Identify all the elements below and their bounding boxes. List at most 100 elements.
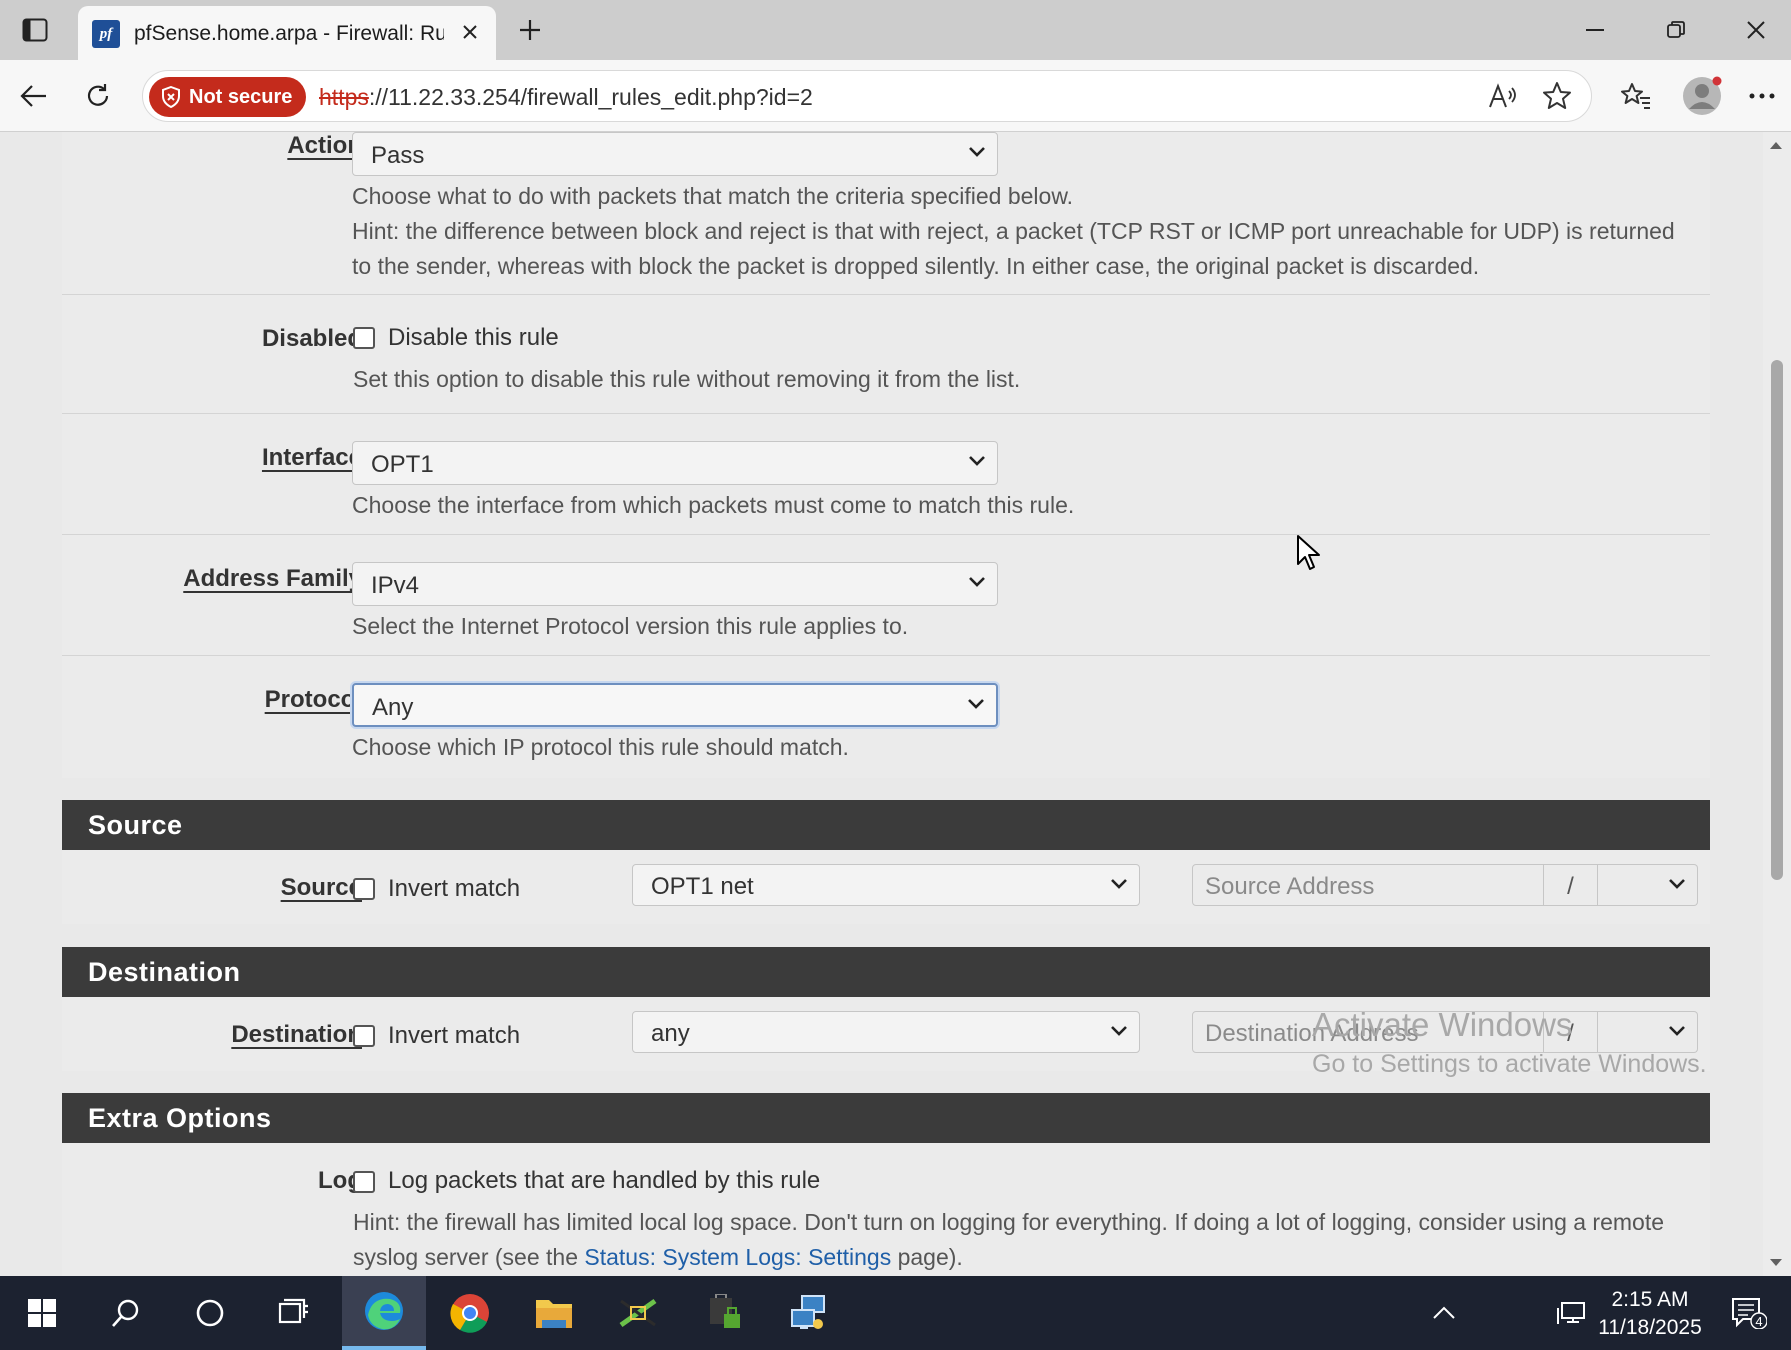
file-explorer-icon[interactable] [512, 1276, 596, 1350]
scroll-down-arrow-icon[interactable] [1769, 1258, 1783, 1268]
taskbar-clock[interactable]: 2:15 AM 11/18/2025 [1590, 1286, 1710, 1342]
chevron-down-icon [968, 699, 984, 709]
destination-invert-label[interactable]: Invert match [388, 1022, 520, 1050]
shield-warning-icon [162, 86, 180, 108]
system-logs-settings-link[interactable]: Status: System Logs: Settings [584, 1244, 891, 1270]
tab-title: pfSense.home.arpa - Firewall: Rules: Edi… [134, 22, 444, 45]
chevron-down-icon [969, 147, 985, 157]
watermark-subtitle: Go to Settings to activate Windows. [1312, 1050, 1707, 1078]
page-scrollbar[interactable] [1763, 132, 1791, 1276]
interface-help: Choose the interface from which packets … [352, 492, 1075, 518]
log-checkbox[interactable] [353, 1171, 375, 1193]
page-viewport: Action Pass Choose what to do with packe… [0, 132, 1791, 1276]
address-family-select[interactable]: IPv4 [352, 562, 998, 606]
source-section-header: Source [62, 800, 1710, 850]
disable-rule-checkbox-label[interactable]: Disable this rule [388, 324, 559, 352]
task-view-icon[interactable] [252, 1276, 336, 1350]
watermark-title: Activate Windows [1312, 1006, 1573, 1043]
source-type-value: OPT1 net [651, 873, 754, 900]
address-family-label[interactable]: Address Family [183, 565, 362, 593]
destination-section-header: Destination [62, 947, 1710, 997]
browser-tab[interactable]: pf pfSense.home.arpa - Firewall: Rules: … [78, 6, 496, 60]
log-checkbox-label[interactable]: Log packets that are handled by this rul… [388, 1167, 820, 1195]
interface-row: Interface OPT1 Choose the interface from… [62, 414, 1710, 535]
chevron-down-icon [1111, 1026, 1127, 1036]
source-mask-select[interactable] [1598, 864, 1698, 906]
protocol-select-value: Any [372, 694, 414, 721]
chevron-down-icon [969, 577, 985, 587]
disabled-label: Disabled [261, 325, 362, 352]
browser-toolbar: Not secure https://11.22.33.254/firewall… [0, 60, 1791, 132]
profile-avatar-icon[interactable] [1680, 76, 1724, 115]
log-help-suffix: page). [891, 1244, 963, 1270]
source-type-select[interactable]: OPT1 net [632, 864, 1140, 906]
disable-rule-checkbox[interactable] [353, 327, 375, 349]
disabled-row: Disabled Disable this rule Set this opti… [62, 295, 1710, 414]
chrome-browser-icon[interactable] [428, 1276, 512, 1350]
close-tab-icon[interactable] [454, 16, 486, 48]
destination-label[interactable]: Destination [231, 1021, 362, 1049]
rule-edit-panel: Action Pass Choose what to do with packe… [62, 132, 1710, 778]
action-label[interactable]: Action [287, 132, 362, 160]
destination-invert-checkbox[interactable] [353, 1025, 375, 1047]
notification-center-icon[interactable]: 4 [1707, 1276, 1791, 1350]
edge-browser-icon[interactable] [342, 1276, 426, 1350]
scroll-up-arrow-icon[interactable] [1769, 140, 1783, 150]
more-options-icon[interactable] [1744, 78, 1780, 114]
favorite-star-icon[interactable] [1539, 78, 1575, 114]
not-secure-badge[interactable]: Not secure [149, 77, 307, 117]
interface-select[interactable]: OPT1 [352, 441, 998, 485]
source-invert-checkbox[interactable] [353, 878, 375, 900]
action-select-value: Pass [371, 142, 425, 169]
tab-actions-icon[interactable] [18, 14, 52, 46]
protocol-help: Choose which IP protocol this rule shoul… [352, 734, 849, 760]
address-family-select-value: IPv4 [371, 572, 420, 599]
url-text[interactable]: https://11.22.33.254/firewall_rules_edit… [319, 84, 813, 111]
start-windows-icon[interactable] [0, 1276, 84, 1350]
extra-options-panel: Log Log packets that are handled by this… [62, 1143, 1710, 1276]
notification-count: 4 [1755, 1314, 1762, 1329]
mouse-cursor-icon [1297, 535, 1320, 570]
scrollbar-thumb[interactable] [1771, 360, 1783, 880]
clock-date: 11/18/2025 [1598, 1316, 1702, 1339]
tab-bar: pf pfSense.home.arpa - Firewall: Rules: … [0, 0, 1791, 60]
chevron-down-icon [1111, 879, 1127, 889]
close-window-icon[interactable] [1731, 12, 1781, 48]
url-path: ://11.22.33.254/firewall_rules_edit.php?… [368, 84, 813, 110]
extra-options-section-header: Extra Options [62, 1093, 1710, 1143]
show-hidden-icons-chevron-icon[interactable] [1402, 1276, 1486, 1350]
protocol-select[interactable]: Any [352, 683, 998, 727]
address-family-row: Address Family IPv4 Select the Internet … [62, 535, 1710, 656]
log-help: Hint: the firewall has limited local log… [353, 1205, 1683, 1275]
clock-time: 2:15 AM [1611, 1288, 1689, 1311]
favorites-icon[interactable] [1618, 78, 1654, 114]
chevron-down-icon [969, 456, 985, 466]
search-icon[interactable] [84, 1276, 168, 1350]
cortana-icon[interactable] [168, 1276, 252, 1350]
back-arrow-icon[interactable] [16, 78, 52, 114]
url-scheme: https [319, 84, 369, 110]
action-help: Choose what to do with packets that matc… [352, 183, 1074, 209]
activate-windows-watermark: Activate Windows Go to Settings to activ… [1312, 1006, 1707, 1079]
protocol-row: Protocol Any Choose which IP protocol th… [62, 656, 1710, 778]
not-secure-label: Not secure [189, 85, 293, 108]
address-family-help: Select the Internet Protocol version thi… [352, 613, 909, 639]
refresh-icon[interactable] [80, 78, 116, 114]
address-bar[interactable]: Not secure https://11.22.33.254/firewall… [142, 70, 1592, 122]
interface-label[interactable]: Interface [262, 444, 362, 472]
interface-select-value: OPT1 [371, 451, 434, 478]
protocol-label[interactable]: Protocol [265, 686, 362, 714]
action-hint: Hint: the difference between block and r… [352, 218, 1675, 279]
new-tab-icon[interactable] [512, 12, 548, 48]
restore-icon[interactable] [1651, 12, 1701, 48]
read-aloud-icon[interactable] [1485, 78, 1521, 114]
network-tool-icon[interactable] [596, 1276, 680, 1350]
minimize-icon[interactable] [1570, 12, 1620, 48]
source-label[interactable]: Source [281, 874, 362, 902]
action-select[interactable]: Pass [352, 132, 998, 176]
destination-type-select[interactable]: any [632, 1011, 1140, 1053]
security-app-icon[interactable] [682, 1276, 766, 1350]
source-address-input[interactable]: Source Address [1192, 864, 1544, 906]
source-invert-label[interactable]: Invert match [388, 875, 520, 903]
remote-desktop-icon[interactable] [766, 1276, 850, 1350]
